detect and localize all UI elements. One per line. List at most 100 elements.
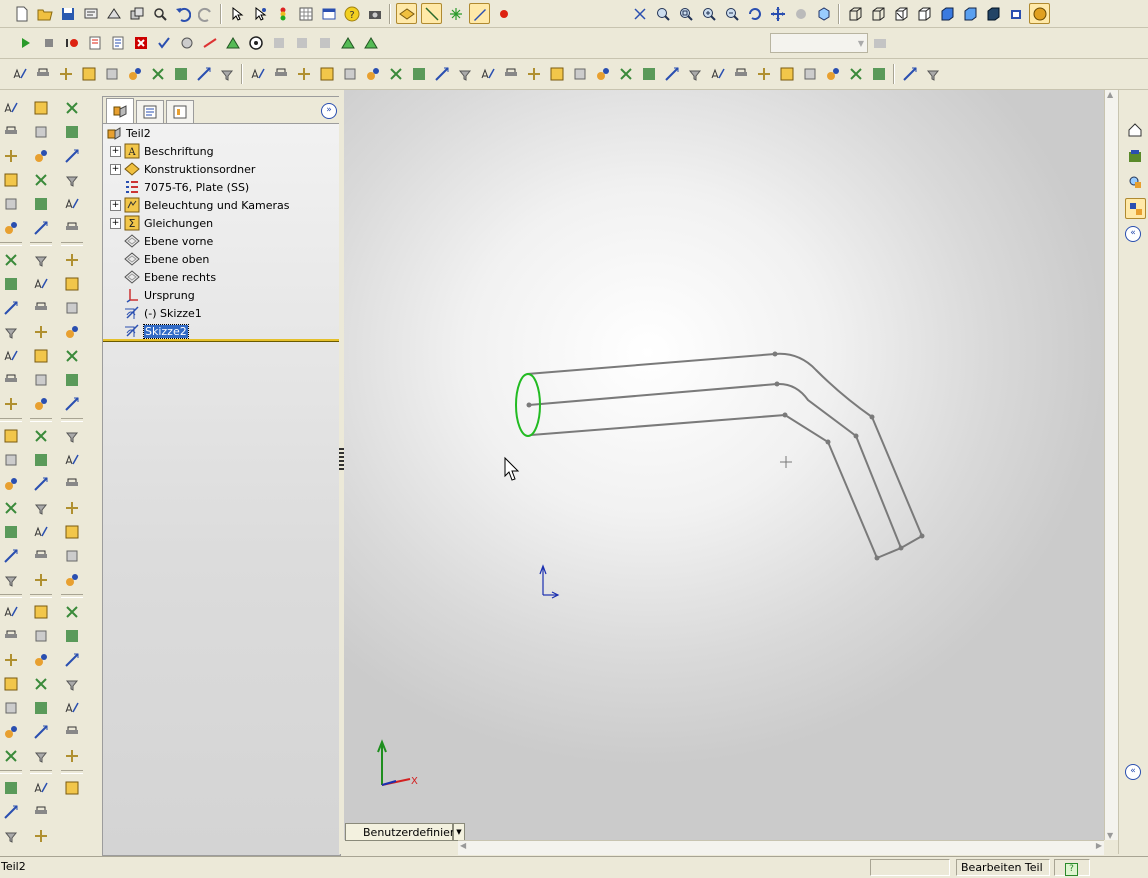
feature-tool-icon[interactable] bbox=[62, 394, 82, 414]
feature-tool-icon[interactable] bbox=[62, 650, 82, 670]
previous-view-icon[interactable] bbox=[630, 4, 649, 23]
tree-item[interactable]: (-) Skizze1 bbox=[124, 304, 202, 322]
sketch-tool-icon[interactable] bbox=[148, 65, 167, 84]
select-filter-icon[interactable] bbox=[250, 4, 269, 23]
sketch-tool-icon[interactable] bbox=[754, 65, 773, 84]
sketch-tool-icon[interactable] bbox=[501, 65, 520, 84]
sketch-tool-icon[interactable] bbox=[708, 65, 727, 84]
sketch-tool-icon[interactable] bbox=[846, 65, 865, 84]
feature-tool-icon[interactable] bbox=[31, 546, 51, 566]
shaded-icon[interactable] bbox=[937, 4, 956, 23]
feature-tool-icon[interactable] bbox=[31, 250, 51, 270]
expand-panel-icon[interactable]: » bbox=[321, 103, 337, 119]
sketch-tool-icon[interactable] bbox=[547, 65, 566, 84]
feature-tool-icon[interactable] bbox=[1, 322, 21, 342]
sketch-tool-icon[interactable] bbox=[340, 65, 359, 84]
feature-tool-icon[interactable] bbox=[31, 626, 51, 646]
sketch-tool-icon[interactable] bbox=[731, 65, 750, 84]
make-drawing-icon[interactable] bbox=[104, 4, 123, 23]
feature-tool-icon[interactable] bbox=[62, 450, 82, 470]
sketch-tool-icon[interactable] bbox=[662, 65, 681, 84]
sketch-tool-icon[interactable] bbox=[171, 65, 190, 84]
design-checker-icon[interactable] bbox=[200, 34, 219, 53]
sketch-tool-icon[interactable] bbox=[639, 65, 658, 84]
sketch-tool-icon[interactable] bbox=[271, 65, 290, 84]
feature-tool-icon[interactable] bbox=[31, 194, 51, 214]
undo-icon[interactable] bbox=[173, 4, 192, 23]
sketch-tool-icon[interactable] bbox=[570, 65, 589, 84]
view-tab-dropdown[interactable]: ▼ bbox=[453, 823, 465, 841]
select-arrow-icon[interactable] bbox=[227, 4, 246, 23]
feature-tool-icon[interactable] bbox=[31, 322, 51, 342]
print-icon[interactable] bbox=[150, 4, 169, 23]
green-tool-2-icon[interactable] bbox=[361, 34, 380, 53]
feature-tool-icon[interactable] bbox=[62, 498, 82, 518]
line-tool-icon[interactable] bbox=[421, 3, 442, 24]
feature-tool-icon[interactable] bbox=[62, 722, 82, 742]
feature-tool-icon[interactable] bbox=[31, 426, 51, 446]
feature-tool-icon[interactable] bbox=[62, 674, 82, 694]
hidden-lines-removed-icon[interactable] bbox=[891, 4, 910, 23]
sketch-plane-icon[interactable] bbox=[396, 3, 417, 24]
feature-tool-icon[interactable] bbox=[62, 98, 82, 118]
options-grid-icon[interactable] bbox=[296, 4, 315, 23]
design-library-icon[interactable] bbox=[1125, 146, 1144, 165]
expand-toggle-icon[interactable]: + bbox=[110, 146, 121, 157]
sketch-tool-icon[interactable] bbox=[593, 65, 612, 84]
feature-tool-icon[interactable] bbox=[1, 274, 21, 294]
feature-tool-icon[interactable] bbox=[31, 450, 51, 470]
scroll-left-icon[interactable]: ◀ bbox=[460, 841, 466, 850]
rotate-view-icon[interactable] bbox=[745, 4, 764, 23]
zoom-area-icon[interactable] bbox=[676, 4, 695, 23]
sketch-tool-icon[interactable] bbox=[900, 65, 919, 84]
feature-tool-icon[interactable] bbox=[31, 146, 51, 166]
feature-tool-icon[interactable] bbox=[62, 370, 82, 390]
feature-tool-icon[interactable] bbox=[31, 298, 51, 318]
feature-tool-icon[interactable] bbox=[31, 698, 51, 718]
run-macro-icon[interactable] bbox=[16, 34, 35, 53]
feature-tool-icon[interactable] bbox=[1, 778, 21, 798]
feature-tool-icon[interactable] bbox=[31, 826, 51, 846]
feature-tool-icon[interactable] bbox=[1, 426, 21, 446]
rebuild-icon[interactable] bbox=[273, 4, 292, 23]
sketch-tool-icon[interactable] bbox=[386, 65, 405, 84]
sketch-tool-icon[interactable] bbox=[923, 65, 942, 84]
feature-tool-icon[interactable] bbox=[1, 802, 21, 822]
feature-tool-icon[interactable] bbox=[31, 474, 51, 494]
feature-tool-icon[interactable] bbox=[62, 602, 82, 622]
feature-tool-icon[interactable] bbox=[1, 602, 21, 622]
feature-tool-icon[interactable] bbox=[62, 170, 82, 190]
feature-tool-icon[interactable] bbox=[62, 218, 82, 238]
feature-tool-icon[interactable] bbox=[1, 570, 21, 590]
sketch-tool-icon[interactable] bbox=[10, 65, 29, 84]
pan-icon[interactable] bbox=[768, 4, 787, 23]
make-assembly-icon[interactable] bbox=[127, 4, 146, 23]
feature-tool-icon[interactable] bbox=[1, 522, 21, 542]
feature-tool-icon[interactable] bbox=[31, 602, 51, 622]
feature-tool-icon[interactable] bbox=[31, 98, 51, 118]
check-icon[interactable] bbox=[154, 34, 173, 53]
resources-home-icon[interactable] bbox=[1125, 120, 1144, 139]
feature-tool-icon[interactable] bbox=[1, 698, 21, 718]
view-orientation-icon[interactable] bbox=[814, 4, 833, 23]
config-combobox[interactable]: ▼ bbox=[770, 33, 868, 53]
close-macro-icon[interactable] bbox=[131, 34, 150, 53]
file-explorer-icon[interactable] bbox=[1125, 172, 1144, 191]
feature-tool-icon[interactable] bbox=[1, 194, 21, 214]
view-palette-icon[interactable] bbox=[1125, 198, 1146, 219]
sketch-tool-icon[interactable] bbox=[248, 65, 267, 84]
expand-toggle-icon[interactable]: + bbox=[110, 218, 121, 229]
feature-tool-icon[interactable] bbox=[31, 722, 51, 742]
feature-tool-icon[interactable] bbox=[31, 746, 51, 766]
collapse-pane-bottom-icon[interactable]: « bbox=[1125, 764, 1141, 780]
feature-tool-icon[interactable] bbox=[1, 450, 21, 470]
stop-macro-icon[interactable] bbox=[39, 34, 58, 53]
feature-tool-icon[interactable] bbox=[1, 346, 21, 366]
sketch-tool-icon[interactable] bbox=[616, 65, 635, 84]
sketch-tool-icon[interactable] bbox=[125, 65, 144, 84]
feature-tool-icon[interactable] bbox=[1, 146, 21, 166]
tree-item[interactable]: + A Beschriftung bbox=[110, 142, 214, 160]
feature-tool-icon[interactable] bbox=[1, 650, 21, 670]
feature-tool-icon[interactable] bbox=[62, 746, 82, 766]
save-icon[interactable] bbox=[58, 4, 77, 23]
